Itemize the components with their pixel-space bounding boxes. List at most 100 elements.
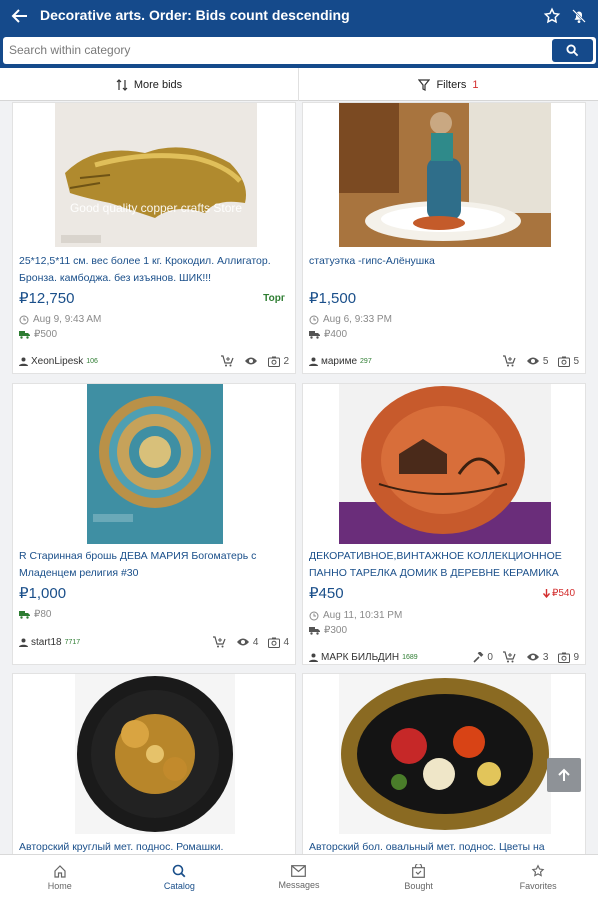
seller-rating: 106 bbox=[86, 357, 98, 365]
seller[interactable]: МАРК БИЛЬДИН 1689 bbox=[309, 652, 469, 663]
listing-title[interactable]: статуэтка -гипс-Алёнушка bbox=[309, 253, 585, 270]
listing-date: Aug 6, 9:33 PM bbox=[309, 314, 392, 325]
sort-button[interactable]: More bids bbox=[0, 68, 299, 101]
seller-rating: 7717 bbox=[64, 638, 81, 646]
listing-card[interactable]: R Старинная брошь ДЕВА МАРИЯ Богоматерь … bbox=[12, 383, 296, 665]
filter-icon bbox=[418, 78, 431, 91]
date-text: Aug 9, 9:43 AM bbox=[33, 314, 102, 325]
listing-title[interactable]: 25*12,5*11 см. вес более 1 кг. Крокодил.… bbox=[19, 253, 295, 287]
listing-footer: МАРК БИЛЬДИН 1689 0 3 9 bbox=[309, 649, 579, 664]
listing-title[interactable]: R Старинная брошь ДЕВА МАРИЯ Богоматерь … bbox=[19, 548, 295, 582]
search-input[interactable]: Search within category bbox=[9, 43, 130, 57]
listing-title[interactable]: Авторский бол. овальный мет. поднос. Цве… bbox=[309, 839, 585, 854]
cart-add-icon bbox=[502, 355, 516, 367]
truck-icon bbox=[309, 331, 320, 339]
eye-icon bbox=[526, 653, 539, 661]
photos-count: 5 bbox=[573, 355, 579, 367]
search-bar[interactable]: Search within category bbox=[3, 37, 596, 64]
bag-icon bbox=[412, 864, 425, 878]
bids-stat: 0 bbox=[473, 651, 493, 663]
nav-catalog[interactable]: Catalog bbox=[120, 855, 240, 900]
back-arrow-icon[interactable] bbox=[10, 6, 30, 26]
truck-icon bbox=[19, 611, 30, 619]
shipping-text: ₽400 bbox=[324, 329, 348, 340]
seller-rating: 297 bbox=[360, 357, 372, 365]
listing-footer: XeonLipesk 106 2 bbox=[19, 353, 289, 369]
listing-image-oval-tray[interactable] bbox=[339, 674, 551, 834]
scroll-to-top-button[interactable] bbox=[547, 758, 581, 792]
listing-image-round-tray[interactable] bbox=[75, 674, 235, 834]
sort-label: More bids bbox=[133, 78, 183, 91]
search-icon bbox=[566, 44, 579, 57]
search-button[interactable] bbox=[552, 39, 593, 62]
listing-card[interactable]: Good quality copper crafts Store 25*12,5… bbox=[12, 102, 296, 374]
listing-image-figurine[interactable] bbox=[339, 103, 551, 247]
bottom-navigation: Home Catalog Messages Bought Favorites bbox=[0, 854, 598, 900]
cart-add-icon bbox=[221, 355, 234, 367]
photos-count: 9 bbox=[573, 651, 579, 663]
home-icon bbox=[54, 865, 66, 878]
seller-rating: 1689 bbox=[402, 653, 418, 661]
photos-stat: 5 bbox=[558, 356, 579, 367]
nav-home-label: Home bbox=[47, 881, 72, 891]
listing-card[interactable]: Авторский бол. овальный мет. поднос. Цве… bbox=[302, 673, 586, 855]
listing-shipping: ₽500 bbox=[19, 329, 57, 340]
price-down-icon bbox=[542, 589, 550, 598]
clock-icon bbox=[309, 315, 319, 324]
truck-icon bbox=[309, 627, 320, 635]
nav-home[interactable]: Home bbox=[0, 855, 120, 900]
filters-label: Filters bbox=[436, 78, 467, 91]
photos-count: 2 bbox=[283, 355, 289, 367]
views-stat: 4 bbox=[236, 636, 259, 648]
listing-image-brooch[interactable] bbox=[87, 384, 223, 544]
previous-price-text: ₽540 bbox=[551, 588, 575, 599]
cart-add-icon bbox=[212, 636, 226, 648]
star-icon bbox=[531, 864, 545, 877]
listing-card[interactable]: Авторский круглый мет. поднос. Ромашки. bbox=[12, 673, 296, 855]
photos-stat: 9 bbox=[558, 652, 579, 663]
listing-shipping: ₽400 bbox=[309, 329, 347, 340]
seller-name[interactable]: мариме bbox=[321, 356, 357, 367]
person-icon bbox=[309, 653, 318, 662]
add-to-cart-button[interactable] bbox=[221, 355, 234, 367]
camera-icon bbox=[558, 652, 571, 663]
clock-icon bbox=[309, 611, 319, 620]
add-to-cart-button[interactable] bbox=[502, 651, 516, 663]
image-watermark: Good quality copper crafts Store bbox=[69, 201, 243, 215]
nav-messages[interactable]: Messages bbox=[239, 855, 359, 900]
add-to-cart-button[interactable] bbox=[212, 636, 226, 648]
listing-price: ₽1,000 bbox=[19, 585, 67, 602]
listing-card[interactable]: статуэтка -гипс-Алёнушка ₽1,500 Aug 6, 9… bbox=[302, 102, 586, 374]
listing-image-crocodile[interactable]: Good quality copper crafts Store bbox=[55, 103, 257, 247]
camera-icon bbox=[558, 356, 571, 367]
seller[interactable]: XeonLipesk 106 bbox=[19, 356, 211, 367]
nav-favorites[interactable]: Favorites bbox=[478, 855, 598, 900]
notifications-off-icon[interactable] bbox=[570, 7, 588, 25]
views-count: 4 bbox=[252, 636, 259, 648]
listing-title[interactable]: Авторский круглый мет. поднос. Ромашки. bbox=[19, 839, 295, 854]
nav-favorites-label: Favorites bbox=[519, 881, 557, 891]
listing-price: ₽450 bbox=[309, 585, 344, 602]
sort-icon bbox=[116, 78, 128, 91]
listing-image-plate[interactable] bbox=[339, 384, 551, 544]
listing-title[interactable]: ДЕКОРАТИВНОЕ,ВИНТАЖНОЕ КОЛЛЕКЦИОННОЕ ПАН… bbox=[309, 548, 585, 582]
seller-name[interactable]: XeonLipesk bbox=[31, 356, 83, 367]
seller[interactable]: мариме 297 bbox=[309, 356, 493, 367]
filters-button[interactable]: Filters 1 bbox=[299, 68, 598, 101]
listing-footer: мариме 297 5 5 bbox=[309, 353, 579, 369]
listing-shipping: ₽300 bbox=[309, 625, 347, 636]
favorite-star-icon[interactable] bbox=[543, 7, 561, 25]
cart-add-icon bbox=[502, 651, 516, 663]
nav-bought[interactable]: Bought bbox=[359, 855, 479, 900]
seller[interactable]: start18 7717 bbox=[19, 637, 203, 648]
clock-icon bbox=[19, 315, 29, 324]
seller-name[interactable]: МАРК БИЛЬДИН bbox=[321, 652, 399, 663]
listing-card[interactable]: ДЕКОРАТИВНОЕ,ВИНТАЖНОЕ КОЛЛЕКЦИОННОЕ ПАН… bbox=[302, 383, 586, 665]
filters-count-badge: 1 bbox=[472, 78, 479, 91]
photos-stat: 4 bbox=[268, 637, 289, 648]
add-to-cart-button[interactable] bbox=[502, 355, 516, 367]
listing-price: ₽1,500 bbox=[309, 290, 357, 307]
seller-name[interactable]: start18 bbox=[31, 637, 62, 648]
shipping-text: ₽500 bbox=[34, 329, 58, 340]
camera-icon bbox=[268, 356, 281, 367]
